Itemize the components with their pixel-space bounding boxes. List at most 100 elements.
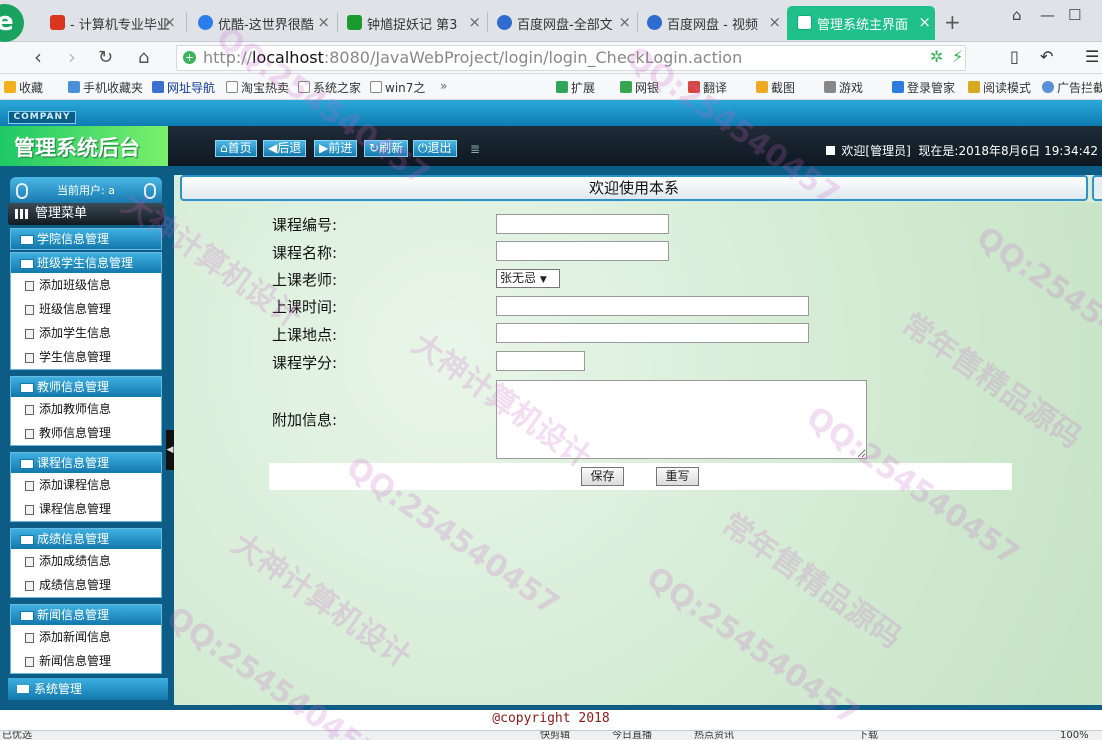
maximize-icon[interactable]: ☐ <box>1068 6 1081 24</box>
menu-icon[interactable]: ☰ <box>1085 47 1099 66</box>
bookmark-item[interactable]: 手机收藏夹 <box>68 79 143 96</box>
forward-icon[interactable]: › <box>68 45 76 69</box>
back-icon[interactable]: ‹ <box>34 45 42 69</box>
url-input[interactable]: + http://localhost:8080/JavaWebProject/l… <box>176 45 966 71</box>
menu-group-header[interactable]: 学院信息管理 <box>11 229 161 249</box>
menu-item[interactable]: 教师信息管理 <box>11 421 161 445</box>
browser-logo-icon: e <box>0 4 24 42</box>
zoom-level[interactable]: 100% <box>1060 731 1089 740</box>
bookmark-item[interactable]: 广告拦截 <box>1042 79 1102 96</box>
phone-icon[interactable]: ▯ <box>1010 47 1019 66</box>
bookmark-item[interactable]: 阅读模式 <box>968 79 1031 96</box>
status-item[interactable]: 热点资讯 <box>694 731 734 740</box>
tab-1[interactable]: - 计算机专业毕业 × <box>40 6 180 40</box>
reset-button[interactable]: 重写 <box>656 467 699 486</box>
close-icon[interactable]: × <box>163 13 176 31</box>
menu-item[interactable]: 学生信息管理 <box>11 345 161 369</box>
close-icon[interactable]: × <box>468 13 481 31</box>
welcome-text: 欢迎[管理员] <box>841 144 911 158</box>
menu-group-header[interactable]: 成绩信息管理 <box>11 529 161 549</box>
menu-group-header[interactable]: 教师信息管理 <box>11 377 161 397</box>
extra-textarea[interactable] <box>496 380 867 459</box>
tab-label: 百度网盘-全部文 <box>517 18 613 33</box>
app-header: 管理系统后台 ⌂首页 ◀后退 ▶前进 ↻刷新 ⏻退出 ≣ 欢迎[管理员] 现在是… <box>0 126 1102 166</box>
menu-group-header[interactable]: 班级学生信息管理 <box>11 253 161 273</box>
back-button[interactable]: ◀后退 <box>263 140 307 157</box>
system-title: 管理系统后台 <box>0 126 168 166</box>
current-user: 当前用户: a <box>10 177 162 203</box>
tab-6-active[interactable]: 管理系统主界面 × <box>787 6 935 40</box>
course-no-label: 课程编号: <box>272 216 338 234</box>
system-menu-header[interactable]: 系统管理 <box>8 678 168 700</box>
tab-4[interactable]: 百度网盘-全部文 × <box>487 6 635 40</box>
logout-button[interactable]: ⏻退出 <box>413 140 457 157</box>
skin-icon[interactable]: ⌂ <box>1012 6 1022 24</box>
lightning-icon[interactable]: ⚡ <box>952 47 963 66</box>
credit-input[interactable] <box>496 351 585 371</box>
home-icon[interactable]: ⌂ <box>138 47 149 68</box>
bookmark-item[interactable]: 收藏 <box>4 79 43 96</box>
home-button[interactable]: ⌂首页 <box>215 140 257 157</box>
menu-item[interactable]: 添加新闻信息 <box>11 625 161 649</box>
menu-item[interactable]: 新闻信息管理 <box>11 649 161 673</box>
status-item[interactable]: 下载 <box>858 731 878 740</box>
bookmark-item[interactable]: 网址导航 <box>152 79 215 96</box>
new-tab-icon[interactable]: + <box>944 10 961 34</box>
menu-item[interactable]: 课程信息管理 <box>11 497 161 521</box>
bookmark-item[interactable]: 翻译 <box>688 79 727 96</box>
welcome-info: 欢迎[管理员] 现在是:2018年8月6日 19:34:42 <box>826 142 1098 159</box>
tab-5[interactable]: 百度网盘 - 视频 × <box>637 6 785 40</box>
secure-icon: + <box>183 51 196 64</box>
menu-item[interactable]: 班级信息管理 <box>11 297 161 321</box>
tab-2[interactable]: 优酷-这世界很酷 × <box>188 6 334 40</box>
teacher-select[interactable]: 张无忌 ▼ <box>496 269 560 288</box>
bookmark-item[interactable]: 系统之家 <box>298 79 361 96</box>
status-item[interactable]: 快剪辑 <box>540 731 570 740</box>
close-icon[interactable]: × <box>768 13 781 31</box>
button-row: 保存 重写 <box>269 463 1012 490</box>
bookmark-item[interactable]: 截图 <box>756 79 795 96</box>
address-bar: ‹ › ↻ ⌂ + http://localhost:8080/JavaWebP… <box>0 42 1102 74</box>
sidebar: 当前用户: a 管理菜单 学院信息管理 班级学生信息管理 添加班级信息 班级信息… <box>8 175 168 705</box>
menu-group-college[interactable]: 学院信息管理 <box>10 228 162 250</box>
undo-icon[interactable]: ↶ <box>1040 47 1053 66</box>
menu-item[interactable]: 添加班级信息 <box>11 273 161 297</box>
tab-label: 百度网盘 - 视频 <box>667 18 758 33</box>
menu-group-header[interactable]: 新闻信息管理 <box>11 605 161 625</box>
menu-item[interactable]: 添加教师信息 <box>11 397 161 421</box>
close-icon[interactable]: × <box>918 13 931 31</box>
more-bookmarks-icon[interactable]: » <box>440 79 447 93</box>
forward-button[interactable]: ▶前进 <box>314 140 358 157</box>
grid-icon <box>15 209 29 219</box>
company-logo: COMPANY <box>8 111 76 124</box>
gear-icon[interactable]: ✲ <box>930 47 943 66</box>
close-icon[interactable]: × <box>618 13 631 31</box>
menu-group-course: 课程信息管理 添加课程信息 课程信息管理 <box>10 452 162 522</box>
course-no-input[interactable] <box>496 214 669 234</box>
refresh-button[interactable]: ↻刷新 <box>364 140 409 157</box>
bookmark-item[interactable]: 网银 <box>620 79 659 96</box>
time-input[interactable] <box>496 296 809 316</box>
reload-icon[interactable]: ↻ <box>98 47 113 68</box>
menu-item[interactable]: 成绩信息管理 <box>11 573 161 597</box>
tab-3[interactable]: 钟馗捉妖记 第3 × <box>337 6 485 40</box>
menu-item[interactable]: 添加学生信息 <box>11 321 161 345</box>
sidebar-collapse-handle[interactable]: ◀ <box>166 430 174 470</box>
menu-toggle-icon[interactable]: ≣ <box>470 142 480 156</box>
bookmark-item[interactable]: 登录管家 <box>892 79 955 96</box>
bookmark-item[interactable]: 游戏 <box>824 79 863 96</box>
bookmark-item[interactable]: 扩展 <box>556 79 595 96</box>
menu-group-header[interactable]: 课程信息管理 <box>11 453 161 473</box>
save-button[interactable]: 保存 <box>581 467 624 486</box>
course-name-input[interactable] <box>496 241 669 261</box>
minimize-icon[interactable]: — <box>1040 6 1055 24</box>
close-icon[interactable]: × <box>317 13 330 31</box>
bookmark-item[interactable]: win7之 <box>370 79 425 96</box>
bookmark-item[interactable]: 淘宝热卖 <box>226 79 289 96</box>
status-item[interactable]: 今日直播 <box>612 731 652 740</box>
menu-group-teacher: 教师信息管理 添加教师信息 教师信息管理 <box>10 376 162 446</box>
place-label: 上课地点: <box>272 326 338 344</box>
place-input[interactable] <box>496 323 809 343</box>
menu-item[interactable]: 添加成绩信息 <box>11 549 161 573</box>
menu-item[interactable]: 添加课程信息 <box>11 473 161 497</box>
